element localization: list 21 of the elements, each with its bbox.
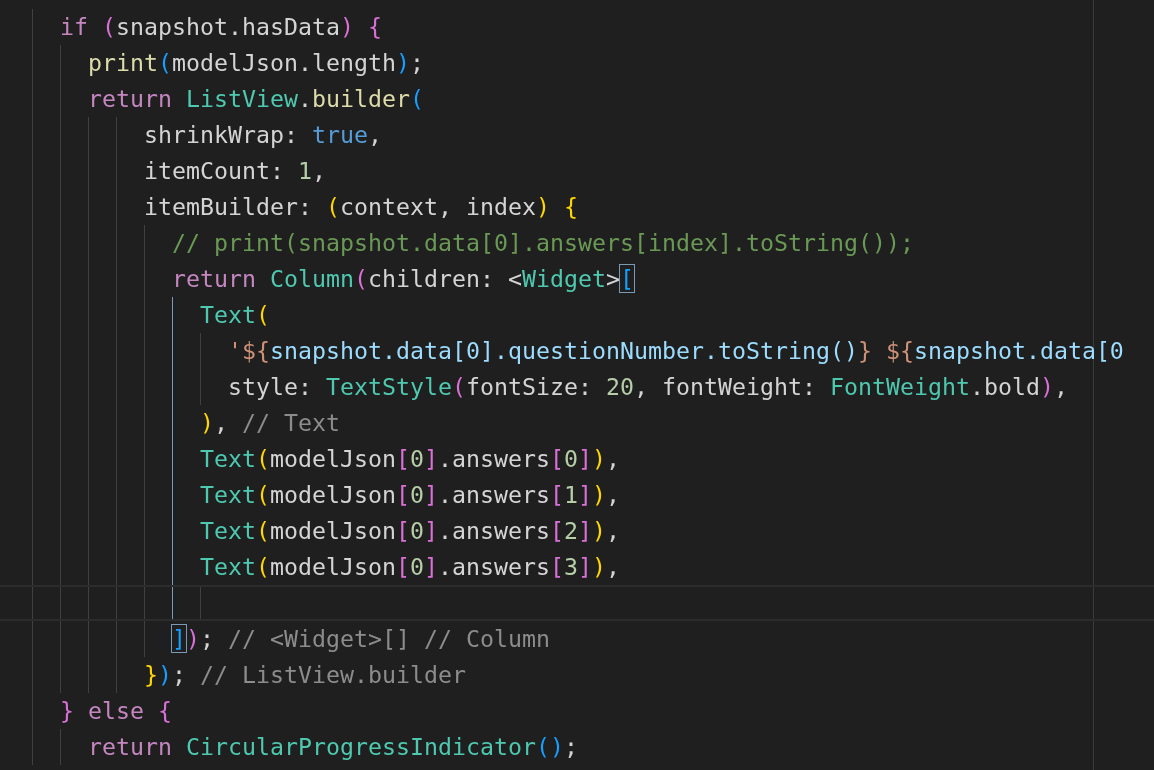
code-line: itemBuilder: (context, index) { — [144, 192, 578, 222]
code-line: print(modelJson.length); — [88, 48, 424, 78]
code-line: Text(modelJson[0].answers[0]), — [200, 444, 620, 474]
code-line: '${snapshot.data[0].questionNumber.toString()} ${snapshot.data[0 — [228, 336, 1124, 366]
code-line: style: TextStyle(fontSize: 20, fontWeight: FontWeight.bold), — [228, 372, 1068, 402]
code-line: return ListView.builder( — [88, 84, 424, 114]
code-line: // print(snapshot.data[0].answers[index].toString()); — [172, 228, 914, 258]
code-editor[interactable] — [0, 0, 1154, 770]
code-line: Text(modelJson[0].answers[3]), — [200, 552, 620, 582]
code-line: Text( — [200, 300, 270, 330]
code-line: }); // ListView.builder — [144, 660, 466, 690]
code-line: return Column(children: <Widget>[ — [172, 264, 634, 294]
code-line: Text(modelJson[0].answers[2]), — [200, 516, 620, 546]
code-line: ), // Text — [200, 408, 340, 438]
code-line: } else { — [60, 696, 172, 726]
code-line: return CircularProgressIndicator(); — [88, 732, 578, 762]
code-line: if (snapshot.hasData) { — [60, 12, 382, 42]
code-line: ]); // <Widget>[] // Column — [172, 624, 550, 654]
code-line: shrinkWrap: true, — [144, 120, 382, 150]
code-line: itemCount: 1, — [144, 156, 326, 186]
code-line: Text(modelJson[0].answers[1]), — [200, 480, 620, 510]
